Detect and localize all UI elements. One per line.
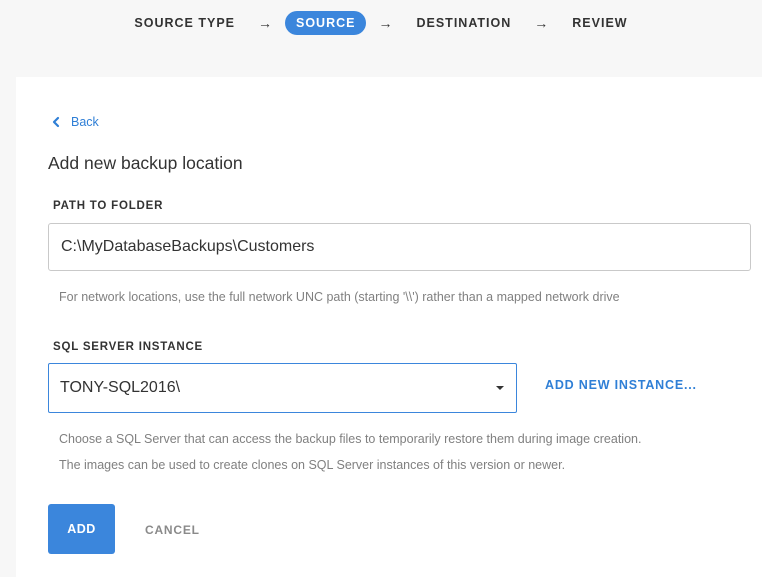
step-review[interactable]: REVIEW bbox=[561, 11, 638, 35]
step-source[interactable]: SOURCE bbox=[285, 11, 367, 35]
path-input[interactable]: C:\MyDatabaseBackups\Customers bbox=[48, 223, 751, 271]
instance-hint-1: Choose a SQL Server that can access the … bbox=[59, 432, 642, 446]
step-source-type[interactable]: SOURCE TYPE bbox=[123, 11, 246, 35]
add-button[interactable]: ADD bbox=[48, 504, 115, 554]
step-destination[interactable]: DESTINATION bbox=[405, 11, 522, 35]
path-label: PATH TO FOLDER bbox=[53, 200, 164, 212]
cancel-button[interactable]: CANCEL bbox=[145, 523, 200, 537]
instance-select[interactable]: TONY-SQL2016\ bbox=[48, 363, 517, 413]
back-label: Back bbox=[71, 115, 99, 129]
instance-hint-2: The images can be used to create clones … bbox=[59, 458, 566, 472]
step-arrow-icon: → bbox=[258, 15, 273, 31]
wizard-stepper: SOURCE TYPE → SOURCE → DESTINATION → REV… bbox=[0, 0, 762, 46]
add-new-instance-button[interactable]: ADD NEW INSTANCE... bbox=[545, 378, 697, 392]
step-arrow-icon: → bbox=[378, 15, 394, 31]
instance-label: SQL SERVER INSTANCE bbox=[53, 341, 204, 353]
instance-selected-value: TONY-SQL2016\ bbox=[60, 379, 181, 396]
caret-down-icon bbox=[496, 386, 504, 390]
back-link[interactable]: Back bbox=[50, 115, 99, 129]
chevron-left-icon bbox=[52, 116, 60, 128]
path-hint: For network locations, use the full netw… bbox=[59, 290, 620, 304]
page-title: Add new backup location bbox=[48, 153, 243, 173]
step-arrow-icon: → bbox=[534, 15, 550, 31]
form-card: Back Add new backup location PATH TO FOL… bbox=[16, 77, 762, 577]
